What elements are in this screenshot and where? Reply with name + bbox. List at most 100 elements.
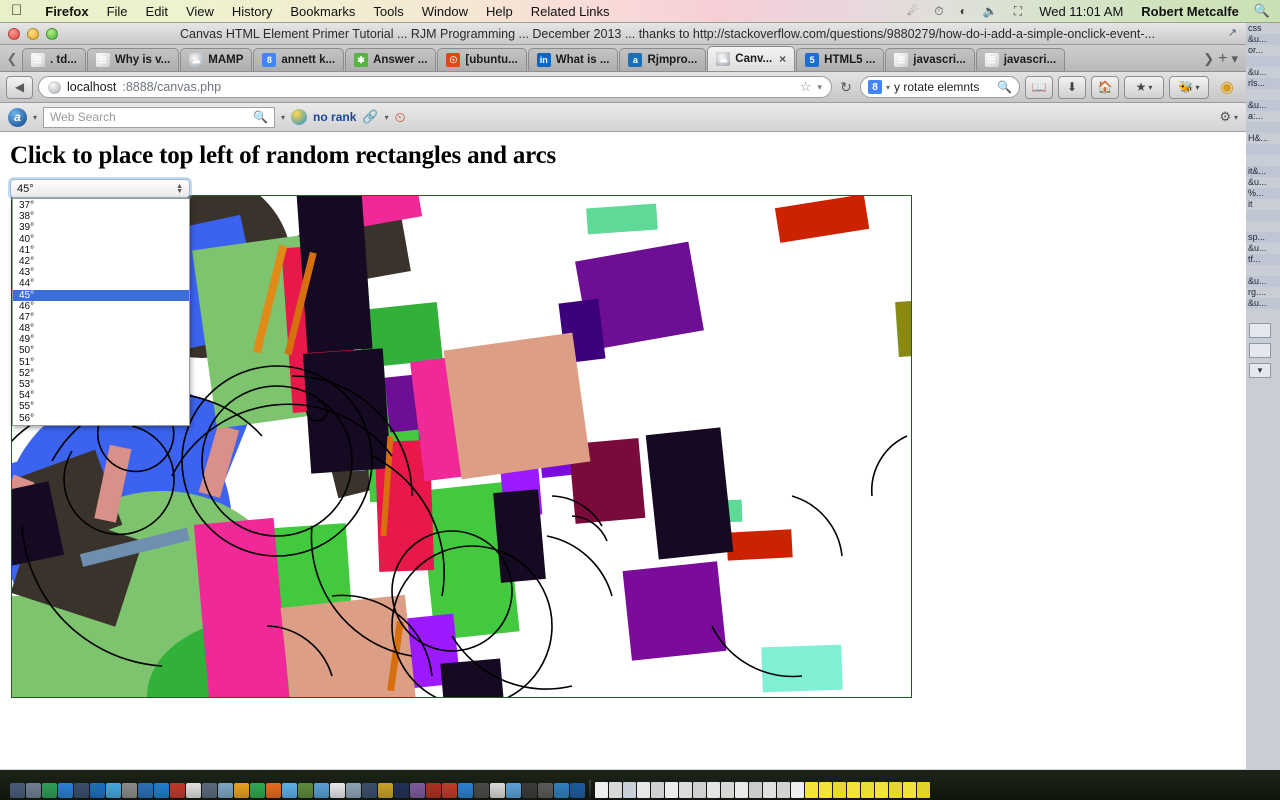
readability-icon[interactable]: ◉ xyxy=(1214,76,1240,99)
background-row[interactable]: or... xyxy=(1246,45,1280,56)
menu-bookmarks[interactable]: Bookmarks xyxy=(281,4,364,19)
background-row[interactable]: &u... xyxy=(1246,243,1280,254)
link-icon[interactable]: 🔗 xyxy=(362,109,378,125)
background-row[interactable]: H&... xyxy=(1246,133,1280,144)
background-row[interactable] xyxy=(1246,221,1280,232)
dock-app-icon[interactable] xyxy=(250,783,265,798)
dock-app-icon[interactable] xyxy=(554,783,569,798)
dock-app-icon[interactable] xyxy=(106,783,121,798)
background-row[interactable]: css xyxy=(1246,23,1280,34)
background-row[interactable]: rls... xyxy=(1246,78,1280,89)
dropdown-option-44[interactable]: 44° xyxy=(13,278,189,289)
dock-document-icon[interactable] xyxy=(707,782,720,798)
dock-app-icon[interactable] xyxy=(330,783,345,798)
dock-app-icon[interactable] xyxy=(314,783,329,798)
dropdown-option-49[interactable]: 49° xyxy=(13,334,189,345)
background-row[interactable]: &u... xyxy=(1246,67,1280,78)
tab-6[interactable]: in What is ... xyxy=(528,48,619,71)
dropdown-option-54[interactable]: 54° xyxy=(13,390,189,401)
dropdown-option-37[interactable]: 37° xyxy=(13,200,189,211)
magnifier-icon[interactable]: 🔍 xyxy=(997,80,1012,94)
dock-document-icon[interactable] xyxy=(903,782,916,798)
dock-app-icon[interactable] xyxy=(538,783,553,798)
menu-app-name[interactable]: Firefox xyxy=(36,4,97,19)
tab-7[interactable]: a Rjmpro... xyxy=(619,48,706,71)
zoom-button[interactable] xyxy=(46,28,58,40)
background-row[interactable] xyxy=(1246,144,1280,155)
dock-document-icon[interactable] xyxy=(763,782,776,798)
dock-document-icon[interactable] xyxy=(679,782,692,798)
dock-app-icon[interactable] xyxy=(458,783,473,798)
dock-app-icon[interactable] xyxy=(362,783,377,798)
background-row[interactable]: &u... xyxy=(1246,100,1280,111)
zotero-button[interactable]: 📖 xyxy=(1025,76,1053,99)
tab-1[interactable]: ☰ Why is v... xyxy=(87,48,179,71)
time-machine-icon[interactable]: ⏱ xyxy=(926,4,951,19)
dropdown-option-39[interactable]: 39° xyxy=(13,222,189,233)
dock-app-icon[interactable] xyxy=(202,783,217,798)
dock-document-icon[interactable] xyxy=(623,782,636,798)
background-row[interactable] xyxy=(1246,89,1280,100)
menu-history[interactable]: History xyxy=(223,4,281,19)
background-row[interactable]: &u... xyxy=(1246,177,1280,188)
background-row[interactable]: sp... xyxy=(1246,232,1280,243)
menubar-user[interactable]: Robert Metcalfe xyxy=(1132,4,1248,19)
background-row[interactable]: &u... xyxy=(1246,34,1280,45)
chevron-down-icon[interactable]: ▾ xyxy=(281,113,285,122)
dock-document-icon[interactable] xyxy=(595,782,608,798)
menu-window[interactable]: Window xyxy=(413,4,477,19)
dock-document-icon[interactable] xyxy=(889,782,902,798)
dock-document-icon[interactable] xyxy=(819,782,832,798)
background-field-1[interactable] xyxy=(1249,323,1271,338)
chevron-down-icon[interactable]: ▾ xyxy=(1231,51,1238,67)
dock-app-icon[interactable] xyxy=(154,783,169,798)
dropdown-option-46[interactable]: 46° xyxy=(13,301,189,312)
dropdown-option-42[interactable]: 42° xyxy=(13,256,189,267)
speed-gauge-icon[interactable]: ⏲ xyxy=(395,109,406,126)
tab-0[interactable]: ☰ . td... xyxy=(22,48,86,71)
dock-document-icon[interactable] xyxy=(861,782,874,798)
window-titlebar[interactable]: Canvas HTML Element Primer Tutorial ... … xyxy=(0,23,1246,45)
dock-document-icon[interactable] xyxy=(847,782,860,798)
chevron-down-icon[interactable]: ▾ xyxy=(33,113,37,122)
dropdown-option-51[interactable]: 51° xyxy=(13,357,189,368)
dropdown-option-52[interactable]: 52° xyxy=(13,368,189,379)
dock-document-icon[interactable] xyxy=(791,782,804,798)
search-bar[interactable]: 8 ▾ y rotate elemnts 🔍 xyxy=(860,76,1020,98)
chevron-down-icon[interactable]: ▼ xyxy=(1249,363,1271,378)
dock-app-icon[interactable] xyxy=(74,783,89,798)
menubar-clock[interactable]: Wed 11:01 AM xyxy=(1030,4,1132,19)
close-icon[interactable]: × xyxy=(779,52,786,66)
dock-document-icon[interactable] xyxy=(721,782,734,798)
dock-document-icon[interactable] xyxy=(777,782,790,798)
tab-9[interactable]: 5 HTML5 ... xyxy=(796,48,884,71)
fullscreen-icon[interactable]: ↗ xyxy=(1226,27,1239,40)
dock-document-icon[interactable] xyxy=(665,782,678,798)
background-row[interactable] xyxy=(1246,155,1280,166)
chevron-down-icon[interactable]: ▾ xyxy=(385,113,389,122)
dropdown-option-55[interactable]: 55° xyxy=(13,401,189,412)
chevron-left-icon[interactable]: ❮ xyxy=(2,47,22,71)
spotlight-search-icon[interactable]: 🔍 xyxy=(1248,3,1280,19)
dock-app-icon[interactable] xyxy=(442,783,457,798)
tab-2[interactable]: ☁ MAMP xyxy=(180,48,252,71)
background-row[interactable]: &u... xyxy=(1246,298,1280,309)
wifi-icon[interactable]: ◐ xyxy=(952,4,975,18)
dock-app-icon[interactable] xyxy=(522,783,537,798)
background-row[interactable]: %... xyxy=(1246,188,1280,199)
chevron-down-icon[interactable]: ▾ xyxy=(1234,113,1238,122)
chevron-down-icon[interactable]: ▾ xyxy=(817,82,822,93)
dock-document-icon[interactable] xyxy=(651,782,664,798)
background-row[interactable]: a:... xyxy=(1246,111,1280,122)
dock-document-icon[interactable] xyxy=(637,782,650,798)
background-row[interactable] xyxy=(1246,265,1280,276)
dock-app-icon[interactable] xyxy=(474,783,489,798)
background-row[interactable]: tf... xyxy=(1246,254,1280,265)
chevron-down-icon[interactable]: ▾ xyxy=(886,83,890,92)
dock-app-icon[interactable] xyxy=(218,783,233,798)
dock-app-icon[interactable] xyxy=(266,783,281,798)
background-window-strip[interactable]: css&u...or... &u...rls... &u...a:... H&.… xyxy=(1246,23,1280,770)
reload-button[interactable]: ↻ xyxy=(837,79,855,96)
updown-stepper-icon[interactable]: ▲▼ xyxy=(176,184,183,194)
rotation-angle-select[interactable]: 45° ▲▼ xyxy=(10,179,190,198)
